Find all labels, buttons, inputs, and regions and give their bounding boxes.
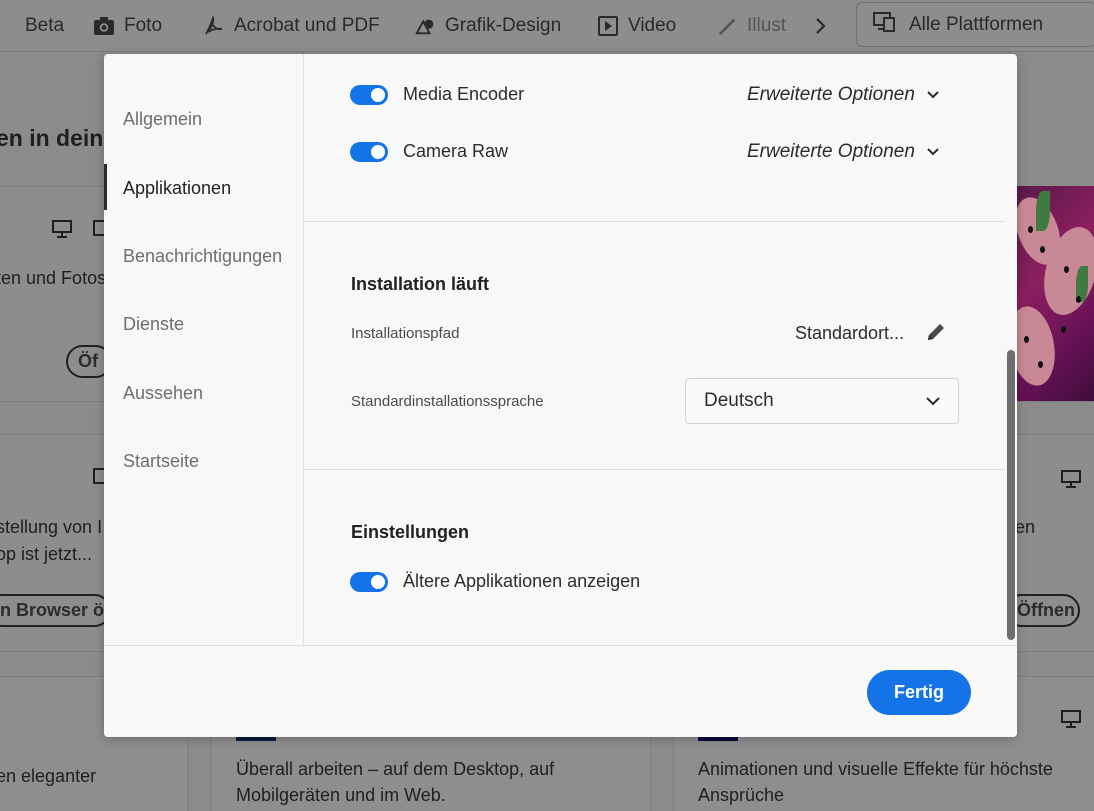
sidebar-item-applikationen[interactable]: Applikationen [123, 178, 231, 199]
app-row-media-encoder: Media Encoder [350, 84, 524, 105]
app-row-camera-raw: Camera Raw [350, 141, 508, 162]
dragon-fruit-thumbnail [1016, 186, 1094, 401]
app-logo [698, 737, 738, 741]
legacy-apps-toggle[interactable] [350, 571, 388, 592]
card-description: ten und Fotos [0, 268, 107, 288]
card-description: Mobilgeräten und im Web. [236, 785, 446, 805]
tab-grafik-design[interactable]: Grafik-Design [414, 13, 561, 39]
advanced-options-dropdown[interactable]: Erweiterte Optionen [747, 84, 939, 106]
advanced-options-label: Erweiterte Optionen [747, 141, 915, 162]
acrobat-icon [203, 15, 225, 37]
done-button[interactable]: Fertig [867, 670, 971, 715]
preferences-sidebar: Allgemein Applikationen Benachrichtigung… [104, 54, 304, 645]
applications-panel: Media Encoder Erweiterte Optionen Camera… [305, 54, 1017, 645]
tab-acrobat[interactable]: Acrobat und PDF [203, 13, 380, 39]
sidebar-item-dienste[interactable]: Dienste [123, 314, 184, 335]
desktop-icon [1061, 470, 1081, 488]
open-in-browser-button[interactable]: n Browser öf [0, 594, 111, 627]
dialog-footer: Fertig [104, 645, 1017, 737]
legacy-apps-row: Ältere Applikationen anzeigen [350, 571, 640, 592]
tab-illustration[interactable]: Illust [716, 13, 786, 39]
tab-label: Grafik-Design [445, 15, 562, 36]
sidebar-item-allgemein[interactable]: Allgemein [123, 109, 202, 130]
graphic-design-icon [414, 15, 436, 37]
scrollbar-thumb[interactable] [1007, 350, 1015, 640]
tab-label: Beta [25, 15, 65, 36]
video-icon [597, 15, 619, 37]
settings-section-title: Einstellungen [351, 522, 470, 542]
camera-raw-toggle[interactable] [350, 141, 388, 162]
tab-video[interactable]: Video [597, 13, 676, 39]
install-path-label: Installationspfad [351, 325, 460, 342]
tab-label: Illust [747, 15, 787, 36]
desktop-icon [1061, 710, 1081, 728]
advanced-options-label: Erweiterte Optionen [747, 84, 915, 105]
card-description: stellung von I [0, 517, 103, 537]
sidebar-item-benachrichtigungen[interactable]: Benachrichtigungen [123, 246, 282, 267]
tab-beta[interactable]: Beta [0, 13, 64, 39]
tab-label: Acrobat und PDF [234, 15, 380, 36]
active-indicator [104, 164, 107, 210]
app-name: Camera Raw [403, 141, 509, 161]
camera-icon [93, 15, 115, 37]
card-description: en eleganter [0, 766, 97, 786]
app-name: Media Encoder [403, 84, 525, 104]
install-language-value: Deutsch [704, 390, 774, 411]
platforms-icon [873, 11, 897, 39]
card-description: en [1015, 517, 1036, 537]
install-path-value: Standardort... [795, 323, 905, 343]
chevron-down-icon [927, 148, 939, 156]
all-platforms-label: Alle Plattformen [909, 13, 1044, 35]
section-heading: en in deine [0, 125, 117, 151]
legacy-apps-label: Ältere Applikationen anzeigen [403, 571, 641, 591]
all-platforms-button[interactable]: Alle Plattformen [856, 2, 1094, 47]
section-divider [305, 469, 1005, 470]
sidebar-item-aussehen[interactable]: Aussehen [123, 383, 203, 404]
chevron-right-icon[interactable] [814, 13, 826, 39]
advanced-options-dropdown[interactable]: Erweiterte Optionen [747, 141, 939, 163]
media-encoder-toggle[interactable] [350, 84, 388, 105]
pencil-icon[interactable] [925, 321, 947, 343]
tab-label: Foto [124, 15, 163, 36]
section-divider [305, 221, 1005, 222]
install-language-select[interactable]: Deutsch [685, 378, 959, 424]
card-description: op ist jetzt... [0, 544, 93, 564]
desktop-icon [52, 220, 72, 238]
install-section-title: Installation läuft [351, 274, 490, 294]
beta-icon [0, 15, 16, 37]
sidebar-item-startseite[interactable]: Startseite [123, 451, 199, 472]
tab-label: Video [628, 15, 677, 36]
install-language-label: Standardinstallationssprache [351, 393, 544, 410]
illustration-icon [716, 15, 738, 37]
card-description: Animationen und visuelle Effekte für höc… [698, 759, 1053, 779]
app-logo [236, 737, 276, 741]
chevron-down-icon [926, 396, 940, 405]
card-description: Überall arbeiten – auf dem Desktop, auf [236, 759, 555, 779]
category-tab-bar: Beta Foto Acrobat und PDF Grafik-Design … [0, 0, 1094, 52]
preferences-dialog: Allgemein Applikationen Benachrichtigung… [104, 54, 1017, 737]
chevron-down-icon [927, 91, 939, 99]
tab-foto[interactable]: Foto [93, 13, 162, 39]
card-description: Ansprüche [698, 785, 785, 805]
